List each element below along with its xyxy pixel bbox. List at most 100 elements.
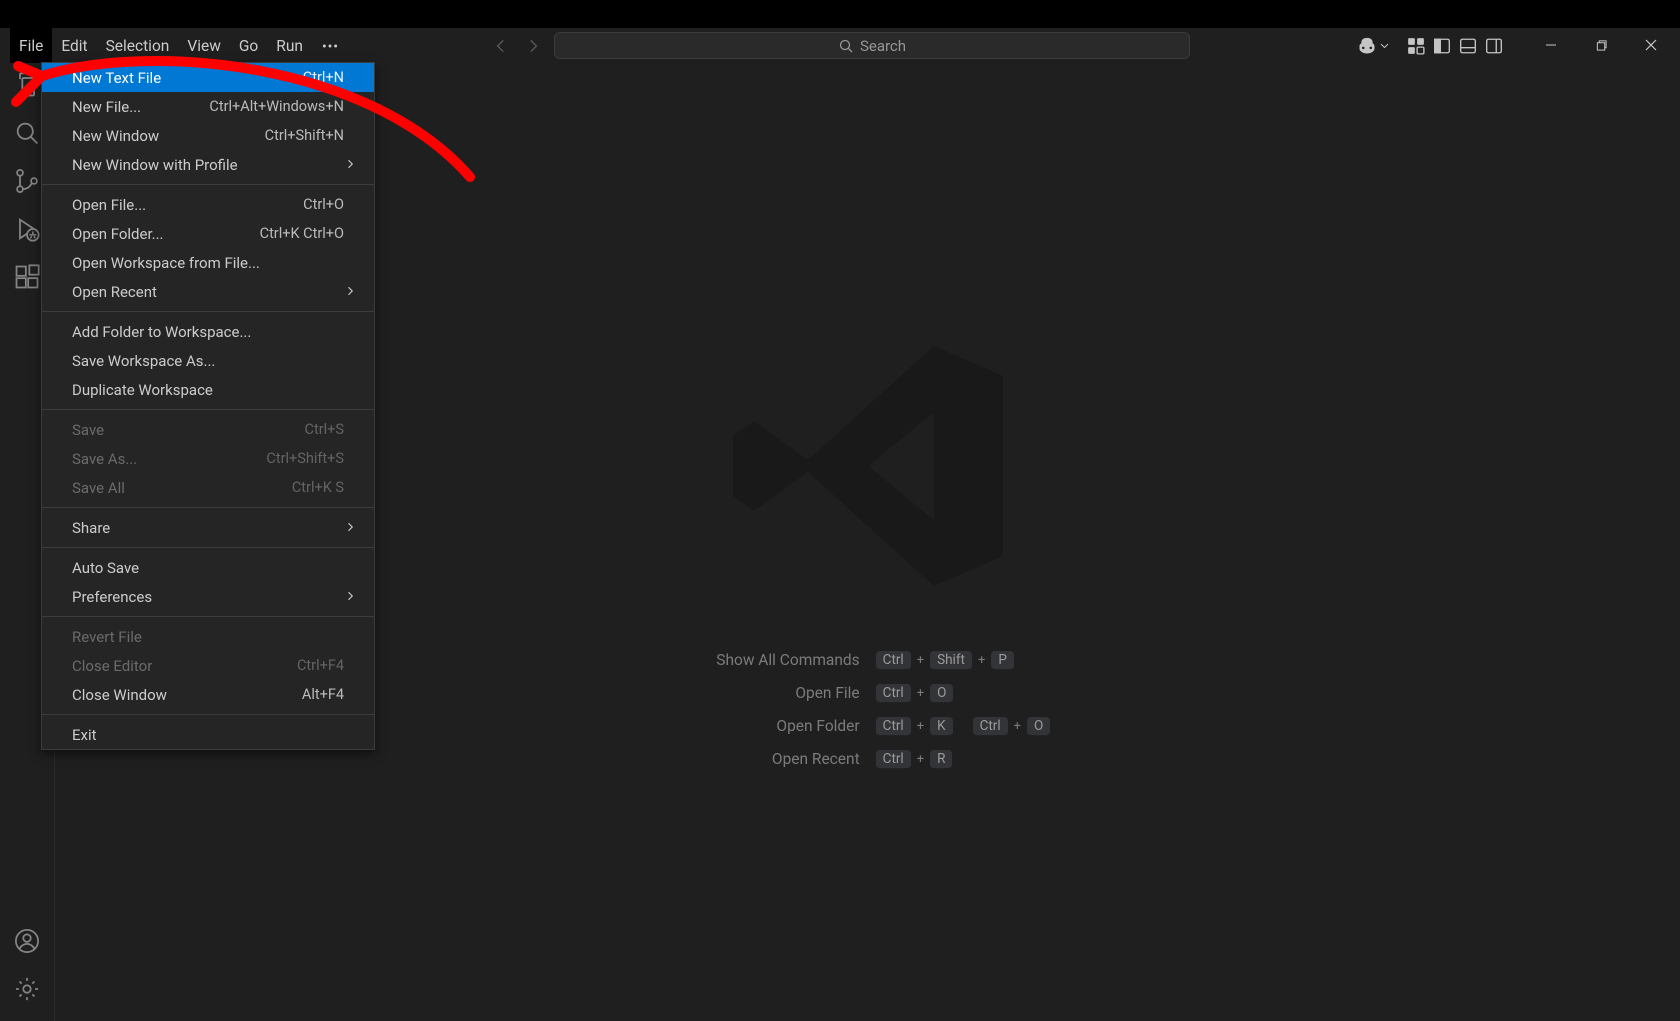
keys: Ctrl+ O — [876, 684, 954, 703]
welcome-row-open-recent: Open Recent Ctrl+ R — [685, 750, 1051, 769]
menu-item-label: Preferences — [72, 588, 152, 606]
menu-run[interactable]: Run — [267, 28, 312, 63]
menu-item-label: Share — [72, 519, 110, 537]
menu-separator — [42, 714, 374, 715]
menubar: File Edit Selection View Go Run — [10, 28, 348, 63]
menu-go[interactable]: Go — [230, 28, 267, 63]
menu-item-label: Save All — [72, 479, 125, 497]
menu-view[interactable]: View — [178, 28, 230, 63]
menu-separator — [42, 547, 374, 548]
nav-forward-icon[interactable] — [522, 35, 544, 57]
file-menu-item-open-workspace-from-file[interactable]: Open Workspace from File... — [42, 248, 374, 277]
menu-item-shortcut: Ctrl+N — [303, 69, 344, 86]
file-menu-item-new-text-file[interactable]: New Text FileCtrl+N — [42, 63, 374, 92]
file-menu-item-new-window-with-profile[interactable]: New Window with Profile — [42, 150, 374, 179]
window-maximize-button[interactable] — [1576, 28, 1626, 62]
key: Ctrl — [876, 750, 911, 769]
menu-separator — [42, 409, 374, 410]
file-menu-item-add-folder-to-workspace[interactable]: Add Folder to Workspace... — [42, 317, 374, 346]
menu-item-label: Exit — [72, 726, 97, 744]
key: Ctrl — [876, 651, 911, 670]
welcome-label: Show All Commands — [685, 651, 860, 669]
menu-item-shortcut: Ctrl+Shift+S — [266, 450, 344, 467]
menu-selection[interactable]: Selection — [97, 28, 179, 63]
file-menu-item-open-recent[interactable]: Open Recent — [42, 277, 374, 306]
file-menu-item-close-editor: Close EditorCtrl+F4 — [42, 651, 374, 680]
key: R — [930, 750, 952, 769]
keys: Ctrl+ K Ctrl+ O — [876, 717, 1051, 736]
window-close-button[interactable] — [1626, 28, 1676, 62]
nav-back-icon[interactable] — [490, 35, 512, 57]
customize-layout-icon[interactable] — [1405, 35, 1427, 57]
search-icon — [838, 38, 854, 54]
accounts-icon[interactable] — [13, 927, 41, 955]
menu-more-icon[interactable] — [312, 28, 348, 63]
source-control-icon[interactable] — [13, 167, 41, 195]
file-menu-item-revert-file: Revert File — [42, 622, 374, 651]
chevron-right-icon — [344, 519, 356, 537]
search-activity-icon[interactable] — [13, 119, 41, 147]
file-menu-item-preferences[interactable]: Preferences — [42, 582, 374, 611]
file-menu-item-save-workspace-as[interactable]: Save Workspace As... — [42, 346, 374, 375]
menu-item-label: Open File... — [72, 196, 146, 214]
file-menu-item-exit[interactable]: Exit — [42, 720, 374, 749]
welcome-row-open-file: Open File Ctrl+ O — [685, 684, 1051, 703]
menu-separator — [42, 507, 374, 508]
file-menu-item-open-folder[interactable]: Open Folder... Ctrl+K Ctrl+O — [42, 219, 374, 248]
menu-item-label: Close Window — [72, 686, 167, 704]
menu-item-shortcut: Ctrl+Shift+N — [265, 127, 344, 144]
key: Ctrl — [973, 717, 1008, 736]
file-menu-item-share[interactable]: Share — [42, 513, 374, 542]
window-minimize-button[interactable] — [1526, 28, 1576, 62]
file-menu-item-save-all: Save All Ctrl+K S — [42, 473, 374, 502]
toggle-secondary-sidebar-icon[interactable] — [1483, 35, 1505, 57]
welcome-label: Open Recent — [685, 750, 860, 768]
copilot-button[interactable] — [1357, 36, 1390, 56]
chevron-right-icon — [344, 283, 356, 301]
chevron-down-icon — [1379, 40, 1390, 51]
keys: Ctrl+ Shift+ P — [876, 651, 1014, 670]
menu-item-label: Open Folder... — [72, 225, 164, 243]
menu-item-shortcut: Ctrl+K S — [292, 479, 344, 496]
menu-item-shortcut: Ctrl+Alt+Windows+N — [209, 98, 344, 115]
menu-item-shortcut: Alt+F4 — [302, 686, 344, 703]
key: O — [930, 684, 953, 703]
key: P — [991, 651, 1014, 670]
file-menu-item-new-file[interactable]: New File...Ctrl+Alt+Windows+N — [42, 92, 374, 121]
command-center-search[interactable]: Search — [554, 32, 1190, 59]
menu-item-label: Duplicate Workspace — [72, 381, 213, 399]
menu-item-shortcut: Ctrl+O — [303, 196, 344, 213]
welcome-row-open-folder: Open Folder Ctrl+ K Ctrl+ O — [685, 717, 1051, 736]
key: Ctrl — [876, 684, 911, 703]
toggle-primary-sidebar-icon[interactable] — [1431, 35, 1453, 57]
menu-item-label: New Window — [72, 127, 159, 145]
menu-separator — [42, 311, 374, 312]
menu-item-shortcut: Ctrl+K Ctrl+O — [260, 225, 344, 242]
welcome-row-show-commands: Show All Commands Ctrl+ Shift+ P — [685, 651, 1051, 670]
menu-item-label: Save As... — [72, 450, 137, 468]
key: Shift — [930, 651, 972, 670]
file-menu-item-auto-save[interactable]: Auto Save — [42, 553, 374, 582]
file-menu-item-open-file[interactable]: Open File... Ctrl+O — [42, 190, 374, 219]
menu-file[interactable]: File — [10, 28, 52, 63]
menu-edit[interactable]: Edit — [52, 28, 96, 63]
welcome-label: Open Folder — [685, 717, 860, 735]
toggle-panel-icon[interactable] — [1457, 35, 1479, 57]
menu-item-label: Open Workspace from File... — [72, 254, 260, 272]
file-menu-item-close-window[interactable]: Close Window Alt+F4 — [42, 680, 374, 709]
file-menu-item-duplicate-workspace[interactable]: Duplicate Workspace — [42, 375, 374, 404]
menu-separator — [42, 184, 374, 185]
menu-item-label: Revert File — [72, 628, 142, 646]
copilot-icon — [1357, 36, 1377, 56]
settings-gear-icon[interactable] — [13, 975, 41, 1003]
extensions-icon[interactable] — [13, 263, 41, 291]
key: K — [930, 717, 952, 736]
file-menu-dropdown: New Text FileCtrl+NNew File...Ctrl+Alt+W… — [41, 62, 375, 750]
welcome-shortcuts: Show All Commands Ctrl+ Shift+ P Open Fi… — [685, 651, 1051, 769]
menu-item-shortcut: Ctrl+S — [305, 421, 344, 438]
run-debug-icon[interactable] — [13, 215, 41, 243]
explorer-icon[interactable] — [13, 71, 41, 99]
file-menu-item-new-window[interactable]: New Window Ctrl+Shift+N — [42, 121, 374, 150]
menu-item-shortcut: Ctrl+F4 — [297, 657, 344, 674]
keys: Ctrl+ R — [876, 750, 953, 769]
